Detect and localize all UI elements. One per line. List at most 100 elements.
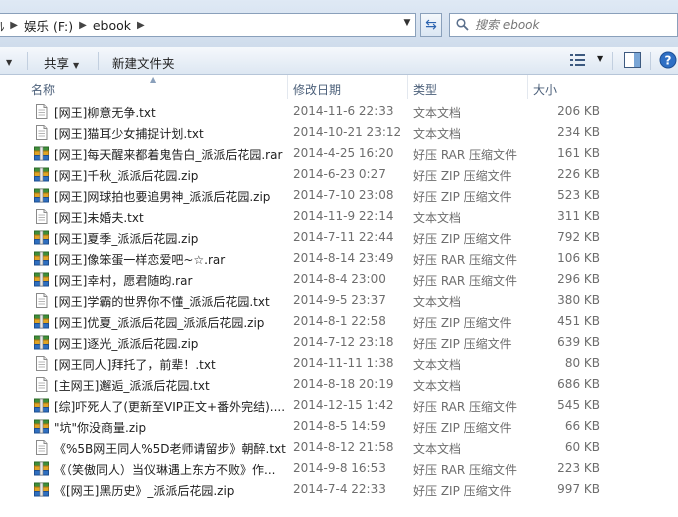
file-size: 523 KB	[557, 188, 600, 202]
file-row[interactable]: [主网王]邂逅_派派后花园.txt 2014-8-18 20:19 文本文档 686 …	[0, 374, 678, 395]
file-name: [综]吓死人了(更新至VIP正文+番外完结)....	[54, 400, 286, 414]
file-size: 60 KB	[564, 440, 600, 454]
file-row[interactable]: [综]吓死人了(更新至VIP正文+番外完结).... 2014-12-15 1:4…	[0, 395, 678, 416]
file-type: 好压 ZIP 压缩文件	[413, 316, 512, 330]
file-type: 文本文档	[413, 379, 462, 393]
file-size: 66 KB	[564, 419, 600, 433]
file-row[interactable]: [网王]网球拍也要追男神_派派后花园.zip 2014-7-10 23:08 好压 …	[0, 185, 678, 206]
file-row[interactable]: [网王]幸村，愿君随昀.rar 2014-8-4 23:00 好压 RAR 压缩文件…	[0, 269, 678, 290]
organize-dropdown-arrow-icon[interactable]: ▼	[2, 53, 12, 68]
breadcrumb-separator-icon[interactable]: ▶	[76, 20, 90, 31]
file-date: 2014-8-1 22:58	[293, 314, 386, 328]
file-row[interactable]: [网王]逐光_派派后花园.zip 2014-7-12 23:18 好压 ZIP 压缩…	[0, 332, 678, 353]
file-date: 2014-8-4 23:00	[293, 272, 386, 286]
svg-text:?: ?	[665, 54, 672, 68]
breadcrumb-root[interactable]: ﾙ	[0, 16, 7, 35]
file-row[interactable]: 《（笑傲同人）当仪琳遇上东方不败》作... 2014-9-8 16:53 好压 RA…	[0, 458, 678, 479]
breadcrumb-folder[interactable]: ebook	[90, 18, 134, 33]
file-row[interactable]: [网王]柳意无争.txt 2014-11-6 22:33 文本文档 206 KB	[0, 101, 678, 122]
column-header-date[interactable]: 修改日期	[288, 75, 408, 99]
file-type: 好压 ZIP 压缩文件	[413, 421, 512, 435]
file-type: 好压 RAR 压缩文件	[413, 400, 518, 414]
file-size: 380 KB	[557, 293, 600, 307]
view-options-button[interactable]	[570, 53, 586, 73]
file-name: 《（笑傲同人）当仪琳遇上东方不败》作...	[54, 463, 276, 477]
file-type: 好压 ZIP 压缩文件	[413, 190, 512, 204]
file-row[interactable]: [网王]学霸的世界你不懂_派派后花园.txt 2014-9-5 23:37 文本文档…	[0, 290, 678, 311]
breadcrumb-separator-icon[interactable]: ▶	[134, 20, 148, 31]
file-date: 2014-7-11 22:44	[293, 230, 394, 244]
file-row[interactable]: [网王同人]拜托了，前辈！.txt 2014-11-11 1:38 文本文档 80 K…	[0, 353, 678, 374]
text-file-icon	[34, 440, 49, 455]
file-name: [网王]优夏_派派后花园_派派后花园.zip	[54, 316, 265, 330]
file-size: 296 KB	[557, 272, 600, 286]
file-size: 545 KB	[557, 398, 600, 412]
archive-icon	[34, 272, 49, 287]
file-date: 2014-8-14 23:49	[293, 251, 394, 265]
file-size: 106 KB	[557, 251, 600, 265]
search-box[interactable]	[449, 13, 678, 37]
toolbar-divider	[650, 52, 651, 70]
file-date: 2014-8-12 21:58	[293, 440, 394, 454]
file-row[interactable]: [网王]未婚夫.txt 2014-11-9 22:14 文本文档 311 KB	[0, 206, 678, 227]
preview-pane-button[interactable]	[624, 52, 641, 72]
file-size: 792 KB	[557, 230, 600, 244]
file-row[interactable]: "坑"你没商量.zip 2014-8-5 14:59 好压 ZIP 压缩文件 66 K…	[0, 416, 678, 437]
help-button[interactable]: ?	[659, 51, 677, 71]
file-type: 好压 RAR 压缩文件	[413, 463, 518, 477]
address-history-dropdown-icon[interactable]: ▼	[401, 18, 413, 32]
toolbar-divider	[27, 52, 28, 70]
file-type: 好压 ZIP 压缩文件	[413, 484, 512, 498]
column-header-size[interactable]: 大小	[528, 75, 608, 99]
file-type: 好压 RAR 压缩文件	[413, 253, 518, 267]
address-bar[interactable]: ﾙ ▶ 娱乐 (F:) ▶ ebook ▶ ▼	[0, 13, 416, 37]
archive-icon	[34, 251, 49, 266]
text-file-icon	[34, 104, 49, 119]
file-size: 234 KB	[557, 125, 600, 139]
file-name: [网王]像笨蛋一样恋爱吧~☆.rar	[54, 253, 226, 267]
file-row[interactable]: [网王]千秋_派派后花园.zip 2014-6-23 0:27 好压 ZIP 压缩文…	[0, 164, 678, 185]
file-name: [主网王]邂逅_派派后花园.txt	[54, 379, 210, 393]
breadcrumb-separator-icon[interactable]: ▶	[7, 20, 21, 31]
file-date: 2014-11-6 22:33	[293, 104, 394, 118]
file-type: 好压 RAR 压缩文件	[413, 148, 518, 162]
toolbar-divider	[98, 52, 99, 70]
file-date: 2014-6-23 0:27	[293, 167, 386, 181]
file-row[interactable]: [网王]优夏_派派后花园_派派后花园.zip 2014-8-1 22:58 好压 Z…	[0, 311, 678, 332]
file-size: 226 KB	[557, 167, 600, 181]
column-header-type[interactable]: 类型	[408, 75, 528, 99]
file-date: 2014-9-5 23:37	[293, 293, 386, 307]
refresh-button[interactable]: ⇆	[420, 13, 442, 37]
file-name: [网王]千秋_派派后花园.zip	[54, 169, 199, 183]
file-size: 686 KB	[557, 377, 600, 391]
new-folder-button[interactable]: 新建文件夹	[112, 53, 175, 72]
file-row[interactable]: 《[网王]黑历史》_派派后花园.zip 2014-7-4 22:33 好压 ZIP …	[0, 479, 678, 500]
file-name: [网王]网球拍也要追男神_派派后花园.zip	[54, 190, 271, 204]
file-name: [网王]柳意无争.txt	[54, 106, 156, 120]
file-row[interactable]: 《%5B网王同人%5D老师请留步》朝醉.txt 2014-8-12 21:58 文本…	[0, 437, 678, 458]
file-row[interactable]: [网王]猫耳少女捕捉计划.txt 2014-10-21 23:12 文本文档 234 …	[0, 122, 678, 143]
file-type: 好压 ZIP 压缩文件	[413, 232, 512, 246]
search-input[interactable]	[475, 16, 665, 34]
breadcrumb-drive[interactable]: 娱乐 (F:)	[21, 16, 76, 35]
view-dropdown-icon[interactable]: ▼	[597, 54, 603, 63]
file-row[interactable]: [网王]每天醒来都着鬼告白_派派后花园.rar 2014-4-25 16:20 好压…	[0, 143, 678, 164]
file-name: [网王]夏季_派派后花园.zip	[54, 232, 199, 246]
file-type: 文本文档	[413, 211, 462, 225]
view-list-icon	[570, 54, 585, 66]
archive-icon	[34, 230, 49, 245]
file-date: 2014-4-25 16:20	[293, 146, 394, 160]
column-header-name[interactable]: 名称	[26, 75, 288, 99]
archive-icon	[34, 461, 49, 476]
file-date: 2014-7-4 22:33	[293, 482, 386, 496]
file-type: 文本文档	[413, 442, 462, 456]
file-name: [网王]每天醒来都着鬼告白_派派后花园.rar	[54, 148, 283, 162]
file-row[interactable]: [网王]夏季_派派后花园.zip 2014-7-11 22:44 好压 ZIP 压缩…	[0, 227, 678, 248]
text-file-icon	[34, 356, 49, 371]
file-date: 2014-11-9 22:14	[293, 209, 394, 223]
file-date: 2014-7-12 23:18	[293, 335, 394, 349]
share-button[interactable]: 共享 ▼	[44, 53, 79, 72]
text-file-icon	[34, 293, 49, 308]
file-type: 好压 RAR 压缩文件	[413, 274, 518, 288]
file-row[interactable]: [网王]像笨蛋一样恋爱吧~☆.rar 2014-8-14 23:49 好压 RAR …	[0, 248, 678, 269]
